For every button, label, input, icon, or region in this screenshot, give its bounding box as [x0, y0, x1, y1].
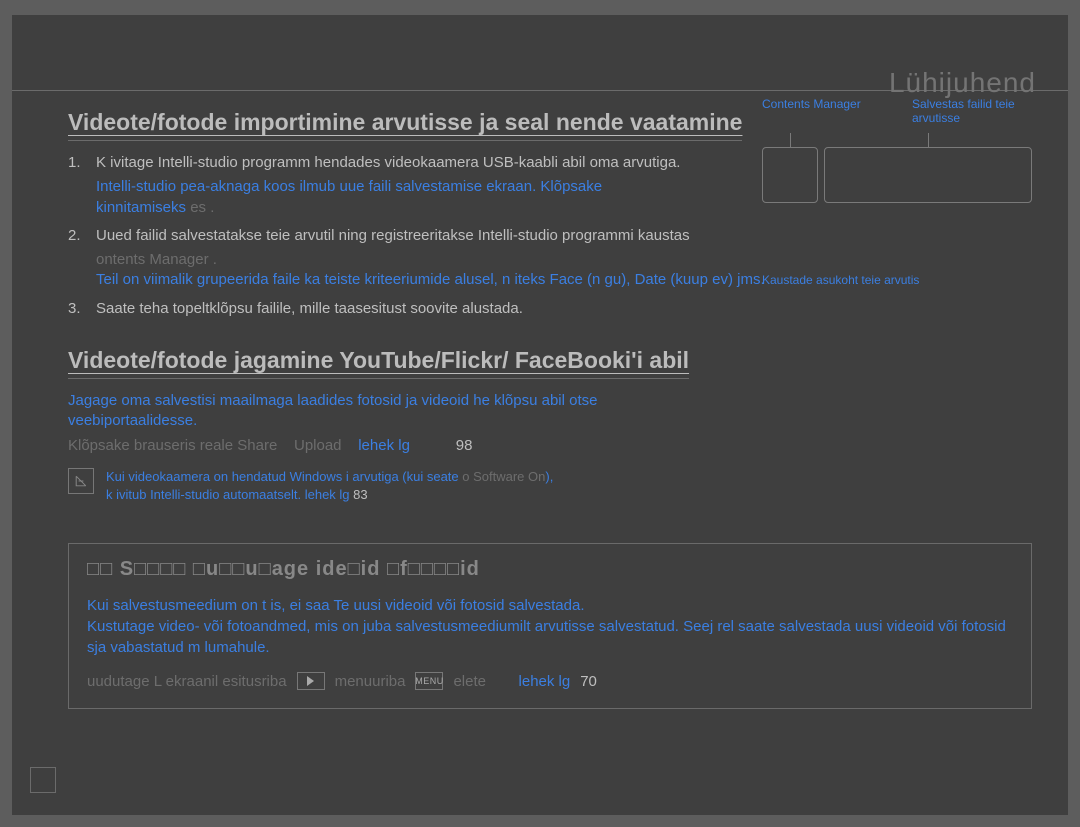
share-dim-a: Klõpsake brauseris reale — [68, 437, 237, 454]
section-heading-share: Videote/fotode jagamine YouTube/Flickr/ … — [68, 347, 689, 379]
step-number: 2. — [68, 226, 96, 246]
step-number: 1. — [68, 153, 96, 173]
note-b-link: lehek lg — [305, 487, 350, 502]
step-2-sub-a: ontents Manager . — [96, 251, 217, 268]
diagram-box-small — [762, 147, 818, 203]
footer-a: uudutage L ekraanil esitusriba — [87, 673, 287, 690]
step-2-sub-b: Teil on viimalik grupeerida faile ka tei… — [96, 271, 765, 288]
menu-icon: MENU — [415, 672, 443, 690]
step-1-sub-b: kinnitamiseks — [96, 199, 190, 216]
diagram-label-folder-location: Kaustade asukoht teie arvutis — [762, 273, 1032, 287]
step-1-sub-b-dim: es . — [190, 199, 214, 216]
step-number: 3. — [68, 299, 96, 319]
share-page-number: 98 — [456, 437, 473, 454]
step-3-text: Saate teha topeltklõpsu failile, mille t… — [96, 299, 1032, 319]
share-instruction-line: Klõpsake brauseris reale Share Upload le… — [68, 437, 1032, 454]
step-callout-box: □□ S□□□□ □u□□u□age ide□id □f□□□□id Kui s… — [68, 543, 1032, 709]
share-dim-b: Share — [237, 437, 277, 454]
step-box-footer: uudutage L ekraanil esitusriba menuuriba… — [87, 672, 1013, 690]
section2-p1: Jagage oma salvestisi maailmaga laadides… — [68, 391, 718, 432]
connector-line — [928, 133, 929, 147]
header-band: Lühijuhend — [12, 15, 1068, 91]
note-icon — [68, 468, 94, 494]
footer-link: lehek lg — [519, 673, 571, 690]
section-heading-import: Videote/fotode importimine arvutisse ja … — [68, 109, 742, 141]
diagram-box-large — [824, 147, 1032, 203]
connector-line — [790, 133, 791, 147]
step-box-paragraphs: Kui salvestusmeedium on t is, ei saa Te … — [87, 595, 1013, 658]
note-a-end: ), — [545, 469, 553, 484]
note-b-num: 83 — [350, 487, 368, 502]
note-a-dim: o Software On — [462, 469, 545, 484]
note-b: k ivitub Intelli-studio automaatselt. — [106, 487, 305, 502]
diagram-label-contents-manager: Contents Manager — [762, 97, 904, 125]
step-box-p2: Kustutage video- või fotoandmed, mis on … — [87, 618, 1006, 656]
page-container: Lühijuhend Contents Manager Salvestas fa… — [12, 15, 1068, 815]
note-a: Kui videokaamera on hendatud Windows i a… — [106, 469, 462, 484]
step-box-p1: Kui salvestusmeedium on t is, ei saa Te … — [87, 597, 585, 614]
footer-page-num: 70 — [580, 673, 597, 690]
footer-b: menuuriba — [335, 673, 406, 690]
note-text: Kui videokaamera on hendatud Windows i a… — [106, 468, 553, 503]
diagram-label-saved-files: Salvestas failid teie arvutisse — [912, 97, 1032, 125]
footer-c: elete — [453, 673, 486, 690]
step-box-title: □□ S□□□□ □u□□u□age ide□id □f□□□□id — [87, 558, 1013, 581]
step-3: 3. Saate teha topeltklõpsu failile, mill… — [68, 299, 1032, 319]
step-1-sub-a: Intelli-studio pea-aknaga koos ilmub uue… — [96, 178, 602, 195]
page-number-box — [30, 767, 56, 793]
side-diagram: Contents Manager Salvestas failid teie a… — [762, 97, 1032, 287]
share-link: lehek lg — [358, 437, 410, 454]
play-icon — [297, 672, 325, 690]
share-dim-c: Upload — [294, 437, 342, 454]
content-area: Contents Manager Salvestas failid teie a… — [12, 91, 1068, 709]
note-row: Kui videokaamera on hendatud Windows i a… — [68, 468, 1032, 503]
section-2: Videote/fotode jagamine YouTube/Flickr/ … — [68, 347, 1032, 504]
